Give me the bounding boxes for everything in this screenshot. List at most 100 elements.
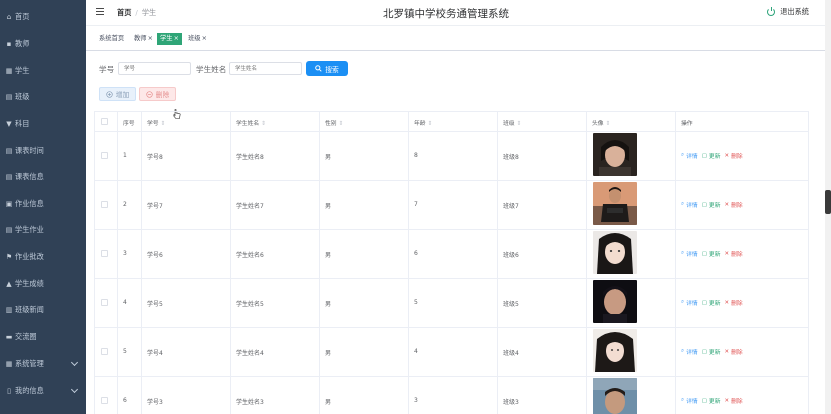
column-header-label: 序号 — [123, 121, 135, 127]
row-checkbox[interactable] — [101, 250, 108, 257]
cell-gender: 男 — [325, 154, 332, 161]
sidebar-item-14[interactable]: ▯ 我的信息 — [0, 378, 86, 404]
cell-age: 8 — [414, 152, 418, 159]
user-icon: ▪ — [6, 40, 12, 48]
cell-index: 6 — [123, 397, 127, 404]
column-header-4[interactable]: 年龄 ⇕ — [414, 118, 432, 127]
row-actions: ⌕ 详情 ▢ 更新 ✕ 删除 — [681, 151, 747, 160]
logout-button[interactable]: 退出系统 — [767, 7, 809, 17]
filter-icon: ▼ — [6, 120, 12, 128]
student-no-label: 学号 — [99, 65, 115, 74]
delete-button[interactable]: ✕ 删除 — [725, 249, 743, 259]
student-avatar — [593, 133, 637, 176]
sidebar-item-13[interactable]: ▦ 系统管理 — [0, 351, 86, 377]
close-icon[interactable]: × — [148, 35, 153, 42]
student-name-input[interactable] — [229, 62, 302, 75]
close-icon[interactable]: × — [202, 35, 207, 42]
row-checkbox[interactable] — [101, 397, 108, 404]
edit-icon: ▢ — [701, 250, 707, 257]
delete-button[interactable]: ✕ 删除 — [725, 200, 743, 210]
column-header-3[interactable]: 性别 ⇕ — [325, 118, 343, 127]
sidebar-item-3[interactable]: ▤ 班级 — [0, 84, 86, 110]
update-button[interactable]: ▢ 更新 — [701, 151, 721, 161]
tag-label: 班级 — [188, 35, 201, 42]
close-icon[interactable]: × — [174, 35, 179, 42]
tag-0[interactable]: 系统首页 — [96, 33, 127, 45]
sidebar-item-label: 学生成绩 — [15, 279, 44, 288]
sort-icon[interactable]: ⇕ — [428, 121, 433, 127]
tag-2[interactable]: 学生× — [157, 33, 182, 45]
grid-icon: ▦ — [5, 360, 13, 368]
bank-icon: ▲ — [6, 280, 12, 288]
sidebar-item-4[interactable]: ▼ 科目 — [0, 111, 86, 137]
update-button-label: 更新 — [708, 252, 721, 258]
delete-button[interactable]: ✕ 删除 — [725, 151, 743, 161]
student-no-input[interactable] — [118, 62, 191, 75]
table-row: 6 学号3 学生姓名3 男 3 班级3 ⌕ 详情 ▢ 更新 ✕ 删除 — [95, 377, 808, 414]
column-header-1[interactable]: 学号 ⇕ — [147, 118, 165, 127]
select-all-checkbox[interactable] — [101, 118, 108, 125]
sidebar-item-8[interactable]: ▤ 学生作业 — [0, 217, 86, 243]
sidebar-item-11[interactable]: ▥ 班级新闻 — [0, 297, 86, 323]
cell-index: 2 — [123, 201, 127, 208]
update-button[interactable]: ▢ 更新 — [701, 298, 721, 308]
scrollbar-thumb[interactable] — [825, 190, 831, 214]
row-checkbox[interactable] — [101, 299, 108, 306]
row-checkbox[interactable] — [101, 348, 108, 355]
sidebar-item-7[interactable]: ▣ 作业信息 — [0, 191, 86, 217]
delete-button[interactable]: ✕ 删除 — [725, 298, 743, 308]
table-row: 4 学号5 学生姓名5 男 5 班级5 ⌕ 详情 ▢ 更新 ✕ 删除 — [95, 279, 808, 328]
detail-button[interactable]: ⌕ 详情 — [681, 298, 698, 307]
delete-button[interactable]: ✕ 删除 — [725, 347, 743, 357]
sidebar-item-12[interactable]: ▬ 交流圈 — [0, 324, 86, 350]
sidebar-item-9[interactable]: ⚑ 作业批改 — [0, 244, 86, 270]
search-button[interactable]: 搜索 — [306, 61, 348, 76]
column-header-2[interactable]: 学生姓名 ⇕ — [236, 118, 266, 127]
update-button[interactable]: ▢ 更新 — [702, 396, 721, 406]
minus-circle-icon — [146, 90, 153, 98]
edit-icon: ▢ — [701, 299, 707, 306]
column-header-6[interactable]: 头像 ⇕ — [592, 118, 610, 127]
sidebar-item-2[interactable]: ▦ 学生 — [0, 58, 86, 84]
search-icon: ⌕ — [681, 152, 685, 158]
detail-button-label: 详情 — [686, 203, 698, 209]
column-header-label: 班级 — [503, 121, 515, 127]
row-checkbox[interactable] — [101, 201, 108, 208]
sidebar-item-6[interactable]: ▤ 课表信息 — [0, 164, 86, 190]
column-header-label: 学号 — [147, 121, 159, 127]
cell-gender: 男 — [325, 399, 332, 406]
sort-icon[interactable]: ⇕ — [261, 121, 266, 127]
sort-icon[interactable]: ⇕ — [161, 121, 166, 127]
sort-icon[interactable]: ⇕ — [339, 121, 344, 127]
cell-gender: 男 — [325, 203, 332, 210]
tag-1[interactable]: 教师× — [131, 33, 156, 45]
detail-button[interactable]: ⌕ 详情 — [681, 151, 698, 160]
detail-button[interactable]: ⌕ 详情 — [681, 200, 698, 209]
update-button[interactable]: ▢ 更新 — [702, 347, 721, 357]
delete-button[interactable]: ✕ 删除 — [725, 396, 743, 406]
batch-delete-button[interactable]: 删除 — [139, 87, 176, 101]
update-button[interactable]: ▢ 更新 — [701, 249, 721, 259]
column-divider — [319, 112, 320, 414]
page-scrollbar[interactable] — [825, 0, 831, 414]
tag-3[interactable]: 班级× — [185, 33, 210, 45]
sidebar-item-label: 交流圈 — [15, 332, 37, 341]
batch-delete-button-label: 删除 — [155, 91, 170, 99]
detail-button[interactable]: ⌕ 详情 — [681, 249, 698, 258]
detail-button[interactable]: ⌕ 详情 — [681, 396, 698, 405]
sidebar-item-label: 学生作业 — [15, 225, 44, 234]
update-button-label: 更新 — [708, 203, 721, 209]
sort-icon[interactable]: ⇕ — [517, 121, 522, 127]
edit-icon: ▢ — [701, 152, 707, 159]
sidebar-item-10[interactable]: ▲ 学生成绩 — [0, 271, 86, 297]
delete-button-label: 删除 — [731, 154, 743, 160]
sidebar-item-1[interactable]: ▪ 教师 — [0, 31, 86, 57]
row-checkbox[interactable] — [101, 152, 108, 159]
column-header-5[interactable]: 班级 ⇕ — [503, 118, 521, 127]
update-button[interactable]: ▢ 更新 — [702, 200, 721, 210]
sidebar-item-5[interactable]: ▤ 课表时间 — [0, 138, 86, 164]
sidebar-item-0[interactable]: ⌂ 首页 — [0, 4, 86, 30]
sort-icon[interactable]: ⇕ — [606, 121, 611, 127]
detail-button[interactable]: ⌕ 详情 — [681, 347, 698, 356]
add-button[interactable]: 增加 — [99, 87, 136, 101]
